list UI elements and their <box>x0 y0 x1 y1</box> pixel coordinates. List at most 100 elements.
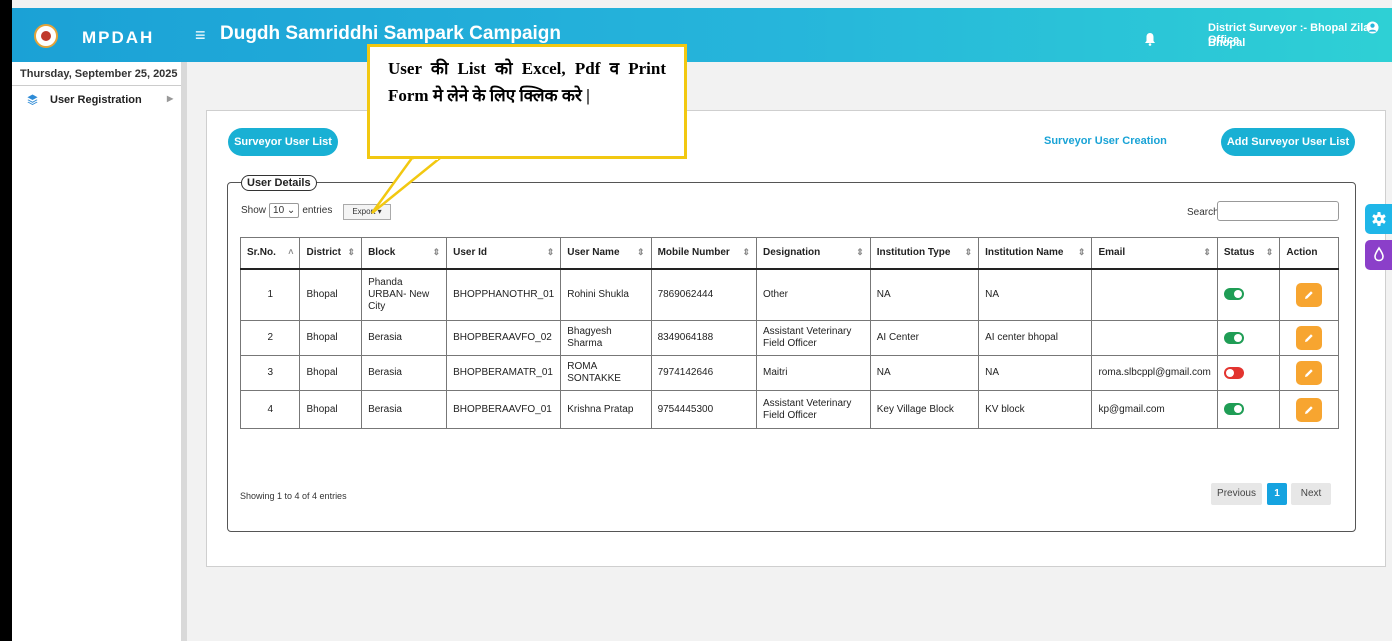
cell-district: Bhopal <box>299 320 363 356</box>
users-table: Sr.No. ˄ District ⇕ Block ⇕ User Id ⇕ User N… <box>239 237 1339 429</box>
pencil-icon <box>1305 291 1313 299</box>
current-date: Thursday, September 25, 2025 <box>12 62 181 86</box>
cell-institution-name: NA <box>978 268 1093 321</box>
cell-institution-name: NA <box>978 355 1093 391</box>
cell-mobile: 9754445300 <box>650 390 757 429</box>
cell-designation: Maitri <box>755 355 871 391</box>
cell-status <box>1216 268 1281 321</box>
droplet-icon <box>1374 246 1384 262</box>
layers-icon <box>27 94 38 105</box>
column-header-email[interactable]: Email ⇕ <box>1091 237 1218 270</box>
notification-bell-icon[interactable] <box>1143 32 1157 46</box>
pagination-next[interactable]: Next <box>1291 483 1331 505</box>
column-header-user-name[interactable]: User Name ⇕ <box>560 237 652 270</box>
sidebar-item-user-registration[interactable]: User Registration ▶ <box>12 86 181 110</box>
column-header-block[interactable]: Block ⇕ <box>361 237 448 270</box>
cell-designation: Other <box>755 268 871 321</box>
pagination-previous[interactable]: Previous <box>1211 483 1262 505</box>
table-info: Showing 1 to 4 of 4 entries <box>240 491 347 501</box>
cell-institution-name: KV block <box>978 390 1093 429</box>
column-header-institution-name[interactable]: Institution Name ⇕ <box>978 237 1093 270</box>
cell-sr-no: 3 <box>239 355 301 391</box>
column-header-status[interactable]: Status ⇕ <box>1216 237 1281 270</box>
cell-block: Berasia <box>361 355 448 391</box>
cell-block: Phanda URBAN- New City <box>361 268 448 321</box>
column-header-designation[interactable]: Designation ⇕ <box>755 237 871 270</box>
cell-user-id: BHOPBERAMATR_01 <box>446 355 562 391</box>
entries-select[interactable]: 10 ⌄ <box>269 203 300 218</box>
pencil-icon <box>1305 405 1313 414</box>
user-avatar-icon[interactable] <box>1366 21 1379 34</box>
cell-institution-type: Key Village Block <box>869 390 980 429</box>
chevron-down-icon: ⌄ <box>286 205 296 216</box>
cell-sr-no: 2 <box>239 320 301 356</box>
status-toggle[interactable] <box>1223 288 1244 301</box>
cell-district: Bhopal <box>299 268 363 321</box>
cell-email <box>1091 268 1218 321</box>
cell-user-name: Krishna Pratap <box>560 390 652 429</box>
user-location-text: Bhopal <box>1208 37 1246 49</box>
gear-icon <box>1372 212 1386 226</box>
surveyor-user-creation-link[interactable]: Surveyor User Creation <box>1044 135 1167 147</box>
cell-institution-type: AI Center <box>869 320 980 356</box>
user-details-section: User Details Show 10 ⌄ entries Export ▾ Se… <box>227 175 1356 532</box>
cell-institution-type: NA <box>869 268 980 321</box>
cell-status <box>1216 355 1281 391</box>
dropdown-arrow-icon: ▾ <box>377 207 382 216</box>
cell-email: kp@gmail.com <box>1091 390 1218 429</box>
cell-action <box>1279 390 1339 429</box>
theme-float-button[interactable] <box>1365 240 1392 270</box>
column-header-mobile[interactable]: Mobile Number ⇕ <box>650 237 757 270</box>
pagination-page-1[interactable]: 1 <box>1267 483 1287 505</box>
status-toggle[interactable] <box>1223 366 1244 379</box>
status-toggle[interactable] <box>1223 331 1244 344</box>
add-surveyor-user-button[interactable]: Add Surveyor User List <box>1221 128 1355 156</box>
surveyor-user-list-button[interactable]: Surveyor User List <box>228 128 338 156</box>
column-header-action: Action <box>1279 237 1339 270</box>
cell-mobile: 8349064188 <box>650 320 757 356</box>
entries-length-control: Show 10 ⌄ entries <box>241 203 332 218</box>
cell-institution-type: NA <box>869 355 980 391</box>
edit-button[interactable] <box>1296 361 1323 385</box>
settings-float-button[interactable] <box>1365 204 1392 234</box>
show-label: Show <box>241 205 267 216</box>
cell-email: roma.slbcppl@gmail.com <box>1091 355 1218 391</box>
cell-designation: Assistant Veterinary Field Officer <box>755 390 871 429</box>
table-row: 4 Bhopal Berasia BHOPBERAAVFO_01 Krishna… <box>239 390 1339 429</box>
content-card: Surveyor User List Surveyor User Creatio… <box>206 110 1386 567</box>
entries-select-value: 10 <box>273 205 285 216</box>
cell-district: Bhopal <box>299 390 363 429</box>
cell-user-name: ROMA SONTAKKE <box>560 355 652 391</box>
cell-email <box>1091 320 1218 356</box>
pencil-icon <box>1305 334 1313 342</box>
sidebar-item-label: User Registration <box>50 94 142 106</box>
menu-toggle-icon[interactable]: ≡ <box>195 26 206 44</box>
cell-user-id: BHOPBERAAVFO_02 <box>446 320 562 356</box>
cell-user-name: Bhagyesh Sharma <box>560 320 652 356</box>
edit-button[interactable] <box>1296 397 1323 422</box>
cell-user-id: BHOPBERAAVFO_01 <box>446 390 562 429</box>
edit-button[interactable] <box>1296 326 1323 350</box>
column-header-district[interactable]: District ⇕ <box>299 237 363 270</box>
edit-button[interactable] <box>1296 282 1323 307</box>
status-toggle[interactable] <box>1223 403 1244 416</box>
cell-mobile: 7869062444 <box>650 268 757 321</box>
cell-designation: Assistant Veterinary Field Officer <box>755 320 871 356</box>
search-input[interactable] <box>1217 201 1339 221</box>
column-header-user-id[interactable]: User Id ⇕ <box>446 237 562 270</box>
export-hint-callout: User की List को Excel, Pdf व Print Form … <box>367 44 687 159</box>
table-header-row: Sr.No. ˄ District ⇕ Block ⇕ User Id ⇕ User N… <box>239 237 1339 270</box>
column-header-sr-no[interactable]: Sr.No. ˄ <box>239 237 301 270</box>
cell-action <box>1279 320 1339 356</box>
cell-sr-no: 4 <box>239 390 301 429</box>
cell-mobile: 7974142646 <box>650 355 757 391</box>
export-button[interactable]: Export ▾ <box>343 204 391 220</box>
column-header-institution-type[interactable]: Institution Type ⇕ <box>869 237 980 270</box>
cell-sr-no: 1 <box>239 268 301 321</box>
cell-block: Berasia <box>361 390 448 429</box>
pencil-icon <box>1305 369 1313 377</box>
cell-status <box>1216 320 1281 356</box>
export-label: Export <box>352 207 376 216</box>
sidebar: Thursday, September 25, 2025 User Regist… <box>12 62 187 641</box>
page-title: Dugdh Samriddhi Sampark Campaign <box>220 23 561 44</box>
